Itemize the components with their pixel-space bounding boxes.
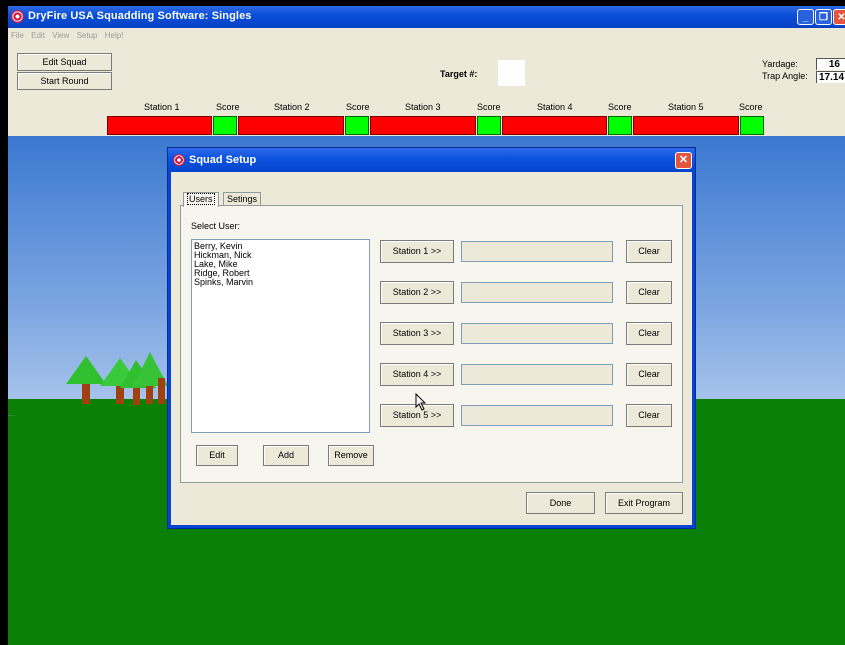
station-5-label: Station 5	[668, 102, 704, 112]
edit-squad-button[interactable]: Edit Squad	[17, 53, 112, 71]
station-2-label: Station 2	[274, 102, 310, 112]
trap-angle-value: 17.14	[816, 71, 845, 83]
app-titlebar[interactable]: DryFire USA Squadding Software: Singles …	[8, 6, 845, 28]
clear-station-3-button[interactable]: Clear	[626, 322, 672, 345]
close-icon[interactable]: ✕	[833, 9, 845, 25]
station-2-field[interactable]	[461, 282, 613, 303]
score-1-label: Score	[216, 102, 240, 112]
station-3-label: Station 3	[405, 102, 441, 112]
station-1-label: Station 1	[144, 102, 180, 112]
station-5-bar	[633, 116, 739, 135]
app-window: DryFire USA Squadding Software: Singles …	[8, 6, 845, 645]
tab-settings[interactable]: Setings	[223, 192, 262, 206]
dialog-titlebar[interactable]: Squad Setup ✕	[168, 148, 695, 172]
station-4-field[interactable]	[461, 364, 613, 385]
station-2-bar	[238, 116, 344, 135]
select-user-label: Select User:	[191, 221, 241, 231]
station-3-field[interactable]	[461, 323, 613, 344]
menu-view[interactable]: View	[52, 31, 69, 40]
station-2-button[interactable]: Station 2 >>	[380, 281, 454, 304]
yardage-value: 16	[816, 58, 845, 70]
station-score-bar: Station 1 Score Station 2 Score Station …	[8, 100, 845, 136]
station-4-button[interactable]: Station 4 >>	[380, 363, 454, 386]
restore-icon[interactable]: ❐	[815, 9, 832, 25]
edit-user-button[interactable]: Edit	[196, 445, 238, 466]
station-1-bar	[107, 116, 212, 135]
mouse-cursor-icon	[415, 393, 427, 411]
done-button[interactable]: Done	[526, 492, 595, 514]
station-4-bar	[502, 116, 607, 135]
station-1-button[interactable]: Station 1 >>	[380, 240, 454, 263]
score-2-label: Score	[346, 102, 370, 112]
score-4-box	[608, 116, 632, 135]
list-item[interactable]: Spinks, Marvin	[194, 278, 367, 287]
clear-station-1-button[interactable]: Clear	[626, 240, 672, 263]
station-5-field[interactable]	[461, 405, 613, 426]
clear-station-5-button[interactable]: Clear	[626, 404, 672, 427]
toolbar: Edit Squad Start Round Target #: Yardage…	[8, 43, 845, 100]
minimize-icon[interactable]: _	[797, 9, 814, 25]
squad-setup-dialog: Squad Setup ✕ Users Setings Select User:…	[168, 148, 695, 528]
trap-angle-label: Trap Angle:	[762, 71, 808, 81]
add-user-button[interactable]: Add	[263, 445, 309, 466]
remove-user-button[interactable]: Remove	[328, 445, 374, 466]
dialog-close-icon[interactable]: ✕	[675, 152, 692, 169]
app-title: DryFire USA Squadding Software: Singles	[28, 10, 252, 22]
target-label: Target #:	[440, 69, 478, 79]
score-5-box	[740, 116, 764, 135]
clear-station-2-button[interactable]: Clear	[626, 281, 672, 304]
station-3-button[interactable]: Station 3 >>	[380, 322, 454, 345]
clear-station-4-button[interactable]: Clear	[626, 363, 672, 386]
score-2-box	[345, 116, 369, 135]
tab-users[interactable]: Users	[183, 192, 219, 207]
station-4-label: Station 4	[537, 102, 573, 112]
score-1-box	[213, 116, 237, 135]
menu-edit[interactable]: Edit	[31, 31, 45, 40]
start-round-button[interactable]: Start Round	[17, 72, 112, 90]
exit-program-button[interactable]: Exit Program	[605, 492, 683, 514]
app-logo-icon	[11, 10, 24, 23]
menu-setup[interactable]: Setup	[77, 31, 98, 40]
menu-help[interactable]: Help!	[105, 31, 124, 40]
target-value	[498, 60, 525, 86]
tab-users-label: Users	[187, 193, 215, 205]
trees-icon	[8, 352, 168, 416]
user-list[interactable]: Berry, Kevin Hickman, Nick Lake, Mike Ri…	[191, 239, 370, 433]
score-4-label: Score	[608, 102, 632, 112]
score-3-label: Score	[477, 102, 501, 112]
score-5-label: Score	[739, 102, 763, 112]
dialog-title: Squad Setup	[189, 154, 257, 166]
score-3-box	[477, 116, 501, 135]
station-3-bar	[370, 116, 476, 135]
menu-file[interactable]: File	[11, 31, 24, 40]
menu-bar: File Edit View Setup Help!	[8, 28, 845, 43]
yardage-label: Yardage:	[762, 59, 798, 69]
station-1-field[interactable]	[461, 241, 613, 262]
dialog-logo-icon	[173, 154, 185, 166]
